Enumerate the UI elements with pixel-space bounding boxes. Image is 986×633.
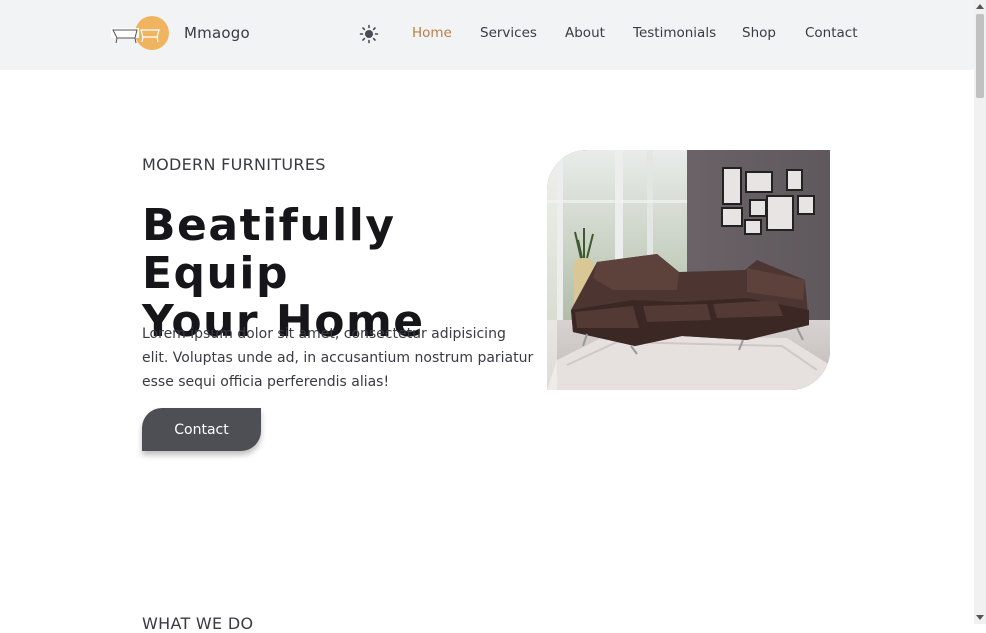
nav-shop[interactable]: Shop	[742, 25, 776, 41]
nav-testimonials[interactable]: Testimonials	[633, 25, 716, 41]
nav-services[interactable]: Services	[480, 25, 537, 41]
scrollbar-thumb[interactable]	[976, 14, 984, 98]
nav-home[interactable]: Home	[412, 25, 452, 41]
hero-title-line1: Beatifully Equip	[142, 200, 396, 299]
sofa-logo-icon[interactable]	[105, 16, 169, 50]
hero-description: Lorem ipsum dolor sit amet, consectetur …	[142, 326, 534, 390]
brand-name[interactable]: Mmaogo	[184, 24, 250, 42]
scroll-down-arrow-icon[interactable]	[976, 615, 984, 620]
page-scrollbar[interactable]	[974, 0, 986, 624]
site-header: Mmaogo Home Services About Testimonials …	[0, 0, 974, 70]
living-room-sofa-image	[547, 150, 830, 390]
sun-icon[interactable]	[359, 24, 379, 44]
nav-contact[interactable]: Contact	[805, 25, 858, 41]
nav-about[interactable]: About	[565, 25, 605, 41]
contact-button[interactable]: Contact	[142, 408, 261, 451]
hero-eyebrow: MODERN FURNITURES	[142, 155, 326, 174]
scroll-up-arrow-icon[interactable]	[976, 4, 984, 9]
